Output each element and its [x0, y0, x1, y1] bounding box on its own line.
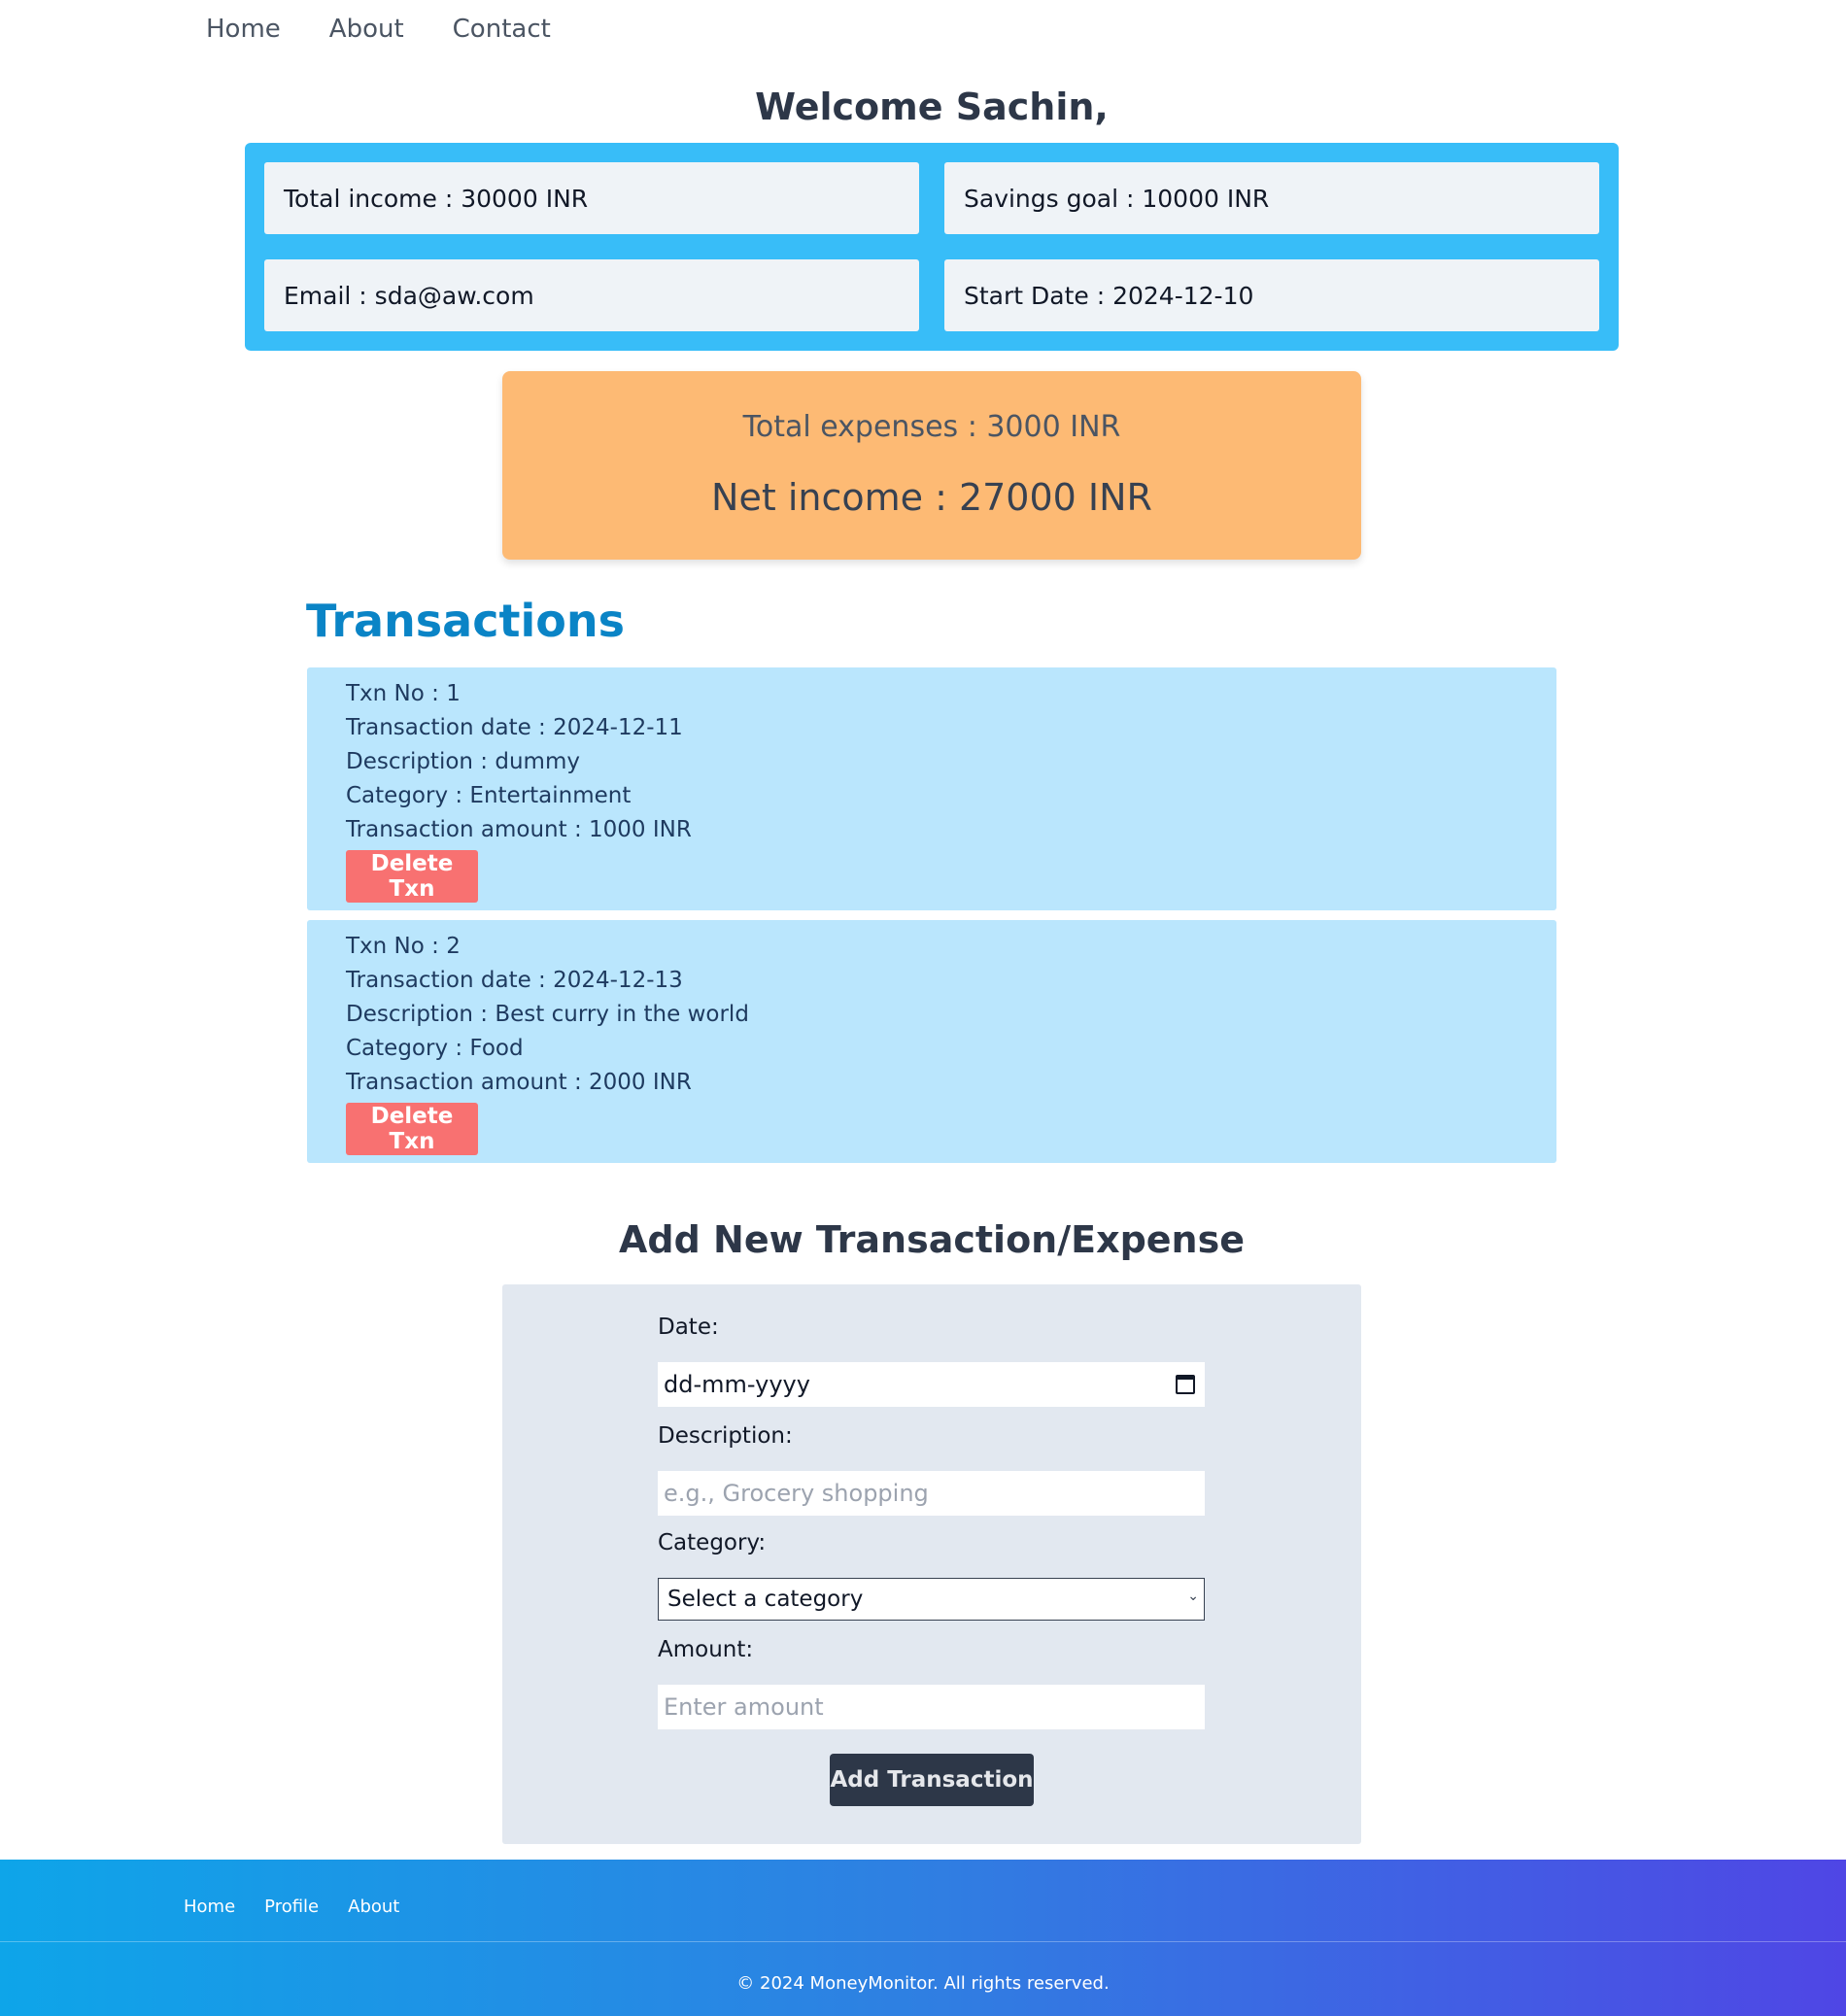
txn-date: Transaction date : 2024-12-11 [346, 715, 683, 740]
txn-description: Description : Best curry in the world [346, 1002, 749, 1027]
txn-description: Description : dummy [346, 749, 580, 774]
start-date-card: Start Date : 2024-12-10 [944, 259, 1599, 331]
summary-panel: Total expenses : 3000 INR Net income : 2… [502, 371, 1361, 560]
amount-label: Amount: [658, 1637, 754, 1662]
description-label: Description: [658, 1423, 793, 1449]
category-selected-value: Select a category [667, 1587, 864, 1612]
savings-goal-card: Savings goal : 10000 INR [944, 162, 1599, 234]
calendar-icon[interactable] [1176, 1375, 1195, 1394]
date-input[interactable]: dd-mm-yyyy [658, 1362, 1205, 1407]
delete-txn-button[interactable]: Delete Txn [346, 1103, 478, 1155]
welcome-heading: Welcome Sachin, [755, 85, 1109, 128]
transactions-heading: Transactions [306, 595, 625, 647]
delete-txn-button[interactable]: Delete Txn [346, 850, 478, 903]
transaction-card: Txn No : 2 Transaction date : 2024-12-13… [307, 920, 1556, 1163]
txn-number: Txn No : 1 [346, 681, 461, 706]
txn-category: Category : Food [346, 1036, 524, 1061]
footer-home-link[interactable]: Home [184, 1896, 235, 1917]
top-nav: Home About Contact [206, 10, 551, 49]
description-input[interactable]: e.g., Grocery shopping [658, 1471, 1205, 1516]
transaction-card: Txn No : 1 Transaction date : 2024-12-11… [307, 667, 1556, 910]
date-input-value: dd-mm-yyyy [664, 1371, 810, 1398]
email-card: Email : sda@aw.com [264, 259, 919, 331]
user-info-panel: Total income : 30000 INR Savings goal : … [245, 143, 1619, 351]
txn-category: Category : Entertainment [346, 783, 632, 808]
txn-date: Transaction date : 2024-12-13 [346, 968, 683, 993]
footer-nav: Home Profile About [184, 1896, 399, 1917]
footer-profile-link[interactable]: Profile [264, 1896, 319, 1917]
total-income-card: Total income : 30000 INR [264, 162, 919, 234]
net-income-text: Net income : 27000 INR [711, 476, 1152, 519]
nav-home-link[interactable]: Home [206, 15, 281, 44]
add-transaction-button[interactable]: Add Transaction [830, 1754, 1034, 1806]
footer-about-link[interactable]: About [348, 1896, 399, 1917]
footer-divider [0, 1941, 1846, 1942]
amount-input[interactable]: Enter amount [658, 1685, 1205, 1729]
transactions-list: Txn No : 1 Transaction date : 2024-12-11… [307, 667, 1556, 1173]
add-transaction-form: Date: dd-mm-yyyy Description: e.g., Groc… [502, 1284, 1361, 1844]
category-select[interactable]: Select a category ⌄ [658, 1578, 1205, 1621]
footer: Home Profile About © 2024 MoneyMonitor. … [0, 1860, 1846, 2016]
date-label: Date: [658, 1315, 719, 1340]
txn-number: Txn No : 2 [346, 934, 461, 959]
category-label: Category: [658, 1530, 767, 1555]
txn-amount: Transaction amount : 2000 INR [346, 1070, 692, 1095]
add-transaction-heading: Add New Transaction/Expense [618, 1218, 1246, 1261]
chevron-down-icon: ⌄ [1187, 1589, 1199, 1604]
txn-amount: Transaction amount : 1000 INR [346, 817, 692, 842]
nav-about-link[interactable]: About [329, 15, 404, 44]
footer-copyright: © 2024 MoneyMonitor. All rights reserved… [736, 1973, 1110, 1994]
nav-contact-link[interactable]: Contact [453, 15, 551, 44]
total-expenses-text: Total expenses : 3000 INR [742, 410, 1121, 444]
